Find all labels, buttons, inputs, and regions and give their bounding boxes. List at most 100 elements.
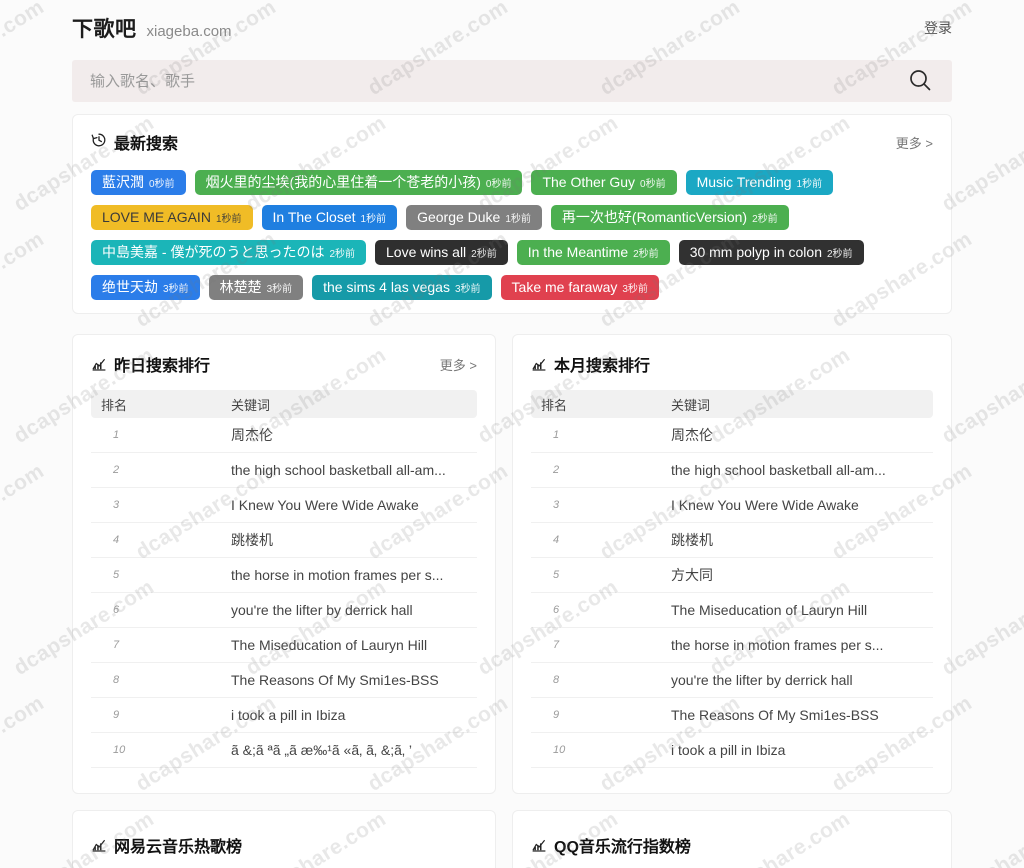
recent-search-tag-row: 中島美嘉 - 僕が死のうと思ったのは 2秒前 Love wins all 2秒前 In … bbox=[91, 239, 933, 266]
history-clock-icon bbox=[91, 132, 107, 153]
rank-cell: 7 bbox=[553, 639, 560, 651]
month-rank-header: 本月搜索排行 bbox=[531, 351, 933, 377]
column-header-keyword: 关键词 bbox=[231, 397, 271, 413]
table-row[interactable]: 4 跳楼机 bbox=[91, 523, 477, 558]
search-input[interactable] bbox=[72, 60, 888, 102]
table-row[interactable]: 4 跳楼机 bbox=[531, 523, 933, 558]
recent-search-tag[interactable]: 藍沢潤 0秒前 bbox=[91, 170, 186, 195]
rank-cell: 9 bbox=[553, 709, 560, 721]
search-button[interactable] bbox=[888, 60, 952, 102]
table-row[interactable]: 7 the horse in motion frames per s... bbox=[531, 628, 933, 663]
recent-search-tag[interactable]: 绝世天劫 3秒前 bbox=[91, 275, 200, 300]
bar-chart-icon bbox=[531, 356, 547, 372]
recent-search-tag[interactable]: the sims 4 las vegas 3秒前 bbox=[312, 275, 492, 300]
month-rank-title-group: 本月搜索排行 bbox=[531, 352, 650, 376]
rank-cell: 8 bbox=[113, 674, 120, 686]
rank-cell: 9 bbox=[113, 709, 120, 721]
recent-search-tag[interactable]: The Other Guy 0秒前 bbox=[531, 170, 677, 195]
recent-search-tag-time: 0秒前 bbox=[149, 179, 175, 190]
recent-search-tag[interactable]: In The Closet 1秒前 bbox=[261, 205, 398, 230]
table-row[interactable]: 3 I Knew You Were Wide Awake bbox=[91, 488, 477, 523]
recent-search-tag[interactable]: 中島美嘉 - 僕が死のうと思ったのは 2秒前 bbox=[91, 240, 367, 265]
netease-hot-chart-title-group: 网易云音乐热歌榜 bbox=[91, 833, 477, 857]
recent-search-tag[interactable]: 林楚楚 3秒前 bbox=[208, 275, 304, 300]
recent-search-tag-label: Music Trending bbox=[696, 174, 792, 190]
table-row[interactable]: 8 you're the lifter by derrick hall bbox=[531, 663, 933, 698]
yesterday-rank-title-group: 昨日搜索排行 bbox=[91, 352, 210, 376]
column-header-rank: 排名 bbox=[541, 397, 568, 413]
rank-cell: 2 bbox=[113, 464, 120, 476]
table-row[interactable]: 6 The Miseducation of Lauryn Hill bbox=[531, 593, 933, 628]
table-row[interactable]: 9 The Reasons Of My Smi1es-BSS bbox=[531, 698, 933, 733]
brand-name: 下歌吧 bbox=[72, 18, 137, 41]
recent-search-tag-label: 绝世天劫 bbox=[102, 279, 158, 295]
recent-search-tag[interactable]: LOVE ME AGAIN 1秒前 bbox=[91, 205, 253, 230]
keyword-cell: The Reasons Of My Smi1es-BSS bbox=[231, 672, 439, 688]
recent-search-tag-label: the sims 4 las vegas bbox=[323, 279, 450, 295]
recent-search-tag[interactable]: Take me faraway 3秒前 bbox=[500, 275, 659, 300]
rank-cell: 10 bbox=[113, 744, 126, 756]
keyword-cell: ã &;ã ªã „ã æ‰¹ã «ã‚ ã‚ &;ã‚ ’ bbox=[231, 742, 413, 758]
recent-search-tag-row: LOVE ME AGAIN 1秒前 In The Closet 1秒前 George D… bbox=[91, 204, 933, 231]
keyword-cell: 方大同 bbox=[671, 567, 713, 583]
rank-cell: 5 bbox=[113, 569, 120, 581]
rank-cell: 1 bbox=[553, 429, 560, 441]
recent-search-tag-time: 2秒前 bbox=[633, 249, 659, 260]
recent-search-tag-label: LOVE ME AGAIN bbox=[102, 209, 211, 225]
recent-search-tag-row: 绝世天劫 3秒前 林楚楚 3秒前 the sims 4 las vegas 3秒前 Take… bbox=[91, 274, 933, 301]
qq-music-chart-title: QQ音乐流行指数榜 bbox=[554, 839, 691, 856]
yesterday-rank-table: 排名 关键词 1 周杰伦 2 the high school basketball a… bbox=[91, 390, 477, 768]
rank-cell: 2 bbox=[553, 464, 560, 476]
month-rank-table-header: 排名 关键词 bbox=[531, 390, 933, 418]
recent-search-tag-label: 烟火里的尘埃(我的心里住着一个苍老的小孩) bbox=[205, 174, 481, 190]
login-button[interactable]: 登录 bbox=[924, 18, 952, 38]
recent-search-tag-time: 1秒前 bbox=[796, 179, 823, 190]
table-row[interactable]: 10 i took a pill in Ibiza bbox=[531, 733, 933, 768]
recent-search-title: 最新搜索 bbox=[114, 136, 179, 153]
recent-search-tag-label: 藍沢潤 bbox=[102, 174, 144, 190]
netease-hot-chart-card: 网易云音乐热歌榜 bbox=[72, 810, 496, 868]
table-row[interactable]: 6 you're the lifter by derrick hall bbox=[91, 593, 477, 628]
recent-search-tag-time: 3秒前 bbox=[454, 284, 481, 295]
site-header: 下歌吧 xiageba.com 登录 bbox=[0, 0, 1024, 56]
table-row[interactable]: 5 the horse in motion frames per s... bbox=[91, 558, 477, 593]
table-row[interactable]: 7 The Miseducation of Lauryn Hill bbox=[91, 628, 477, 663]
table-row[interactable]: 1 周杰伦 bbox=[91, 418, 477, 453]
keyword-cell: i took a pill in Ibiza bbox=[671, 742, 786, 758]
recent-search-tag-time: 0秒前 bbox=[640, 179, 666, 190]
recent-search-tag-time: 2秒前 bbox=[329, 249, 356, 260]
recent-search-tag[interactable]: 30 mm polyp in colon 2秒前 bbox=[678, 240, 864, 265]
brand[interactable]: 下歌吧 xiageba.com bbox=[72, 13, 232, 43]
keyword-cell: the horse in motion frames per s... bbox=[671, 637, 884, 653]
recent-search-title-group: 最新搜索 bbox=[91, 130, 178, 154]
recent-search-tag-time: 3秒前 bbox=[266, 284, 293, 295]
table-row[interactable]: 2 the high school basketball all-am... bbox=[91, 453, 477, 488]
recent-more-link[interactable]: 更多 > bbox=[896, 133, 933, 152]
month-rank-card: 本月搜索排行 排名 关键词 1 周杰伦 2 the high school baske… bbox=[512, 334, 952, 794]
recent-search-tag[interactable]: 再一次也好(RomanticVersion) 2秒前 bbox=[550, 205, 789, 230]
table-row[interactable]: 5 方大同 bbox=[531, 558, 933, 593]
recent-search-tag-label: George Duke bbox=[417, 209, 501, 225]
keyword-cell: the high school basketball all-am... bbox=[671, 462, 886, 478]
recent-search-tag[interactable]: George Duke 1秒前 bbox=[406, 205, 542, 230]
yesterday-rank-card: 昨日搜索排行 更多 > 排名 关键词 1 周杰伦 2 the high school … bbox=[72, 334, 496, 794]
recent-search-tag-label: 林楚楚 bbox=[219, 279, 262, 295]
keyword-cell: I Knew You Were Wide Awake bbox=[231, 497, 419, 513]
table-row[interactable]: 8 The Reasons Of My Smi1es-BSS bbox=[91, 663, 477, 698]
qq-music-chart-title-group: QQ音乐流行指数榜 bbox=[531, 833, 933, 857]
rank-cell: 4 bbox=[553, 534, 560, 546]
recent-search-tag[interactable]: In the Meantime 2秒前 bbox=[516, 240, 670, 265]
table-row[interactable]: 1 周杰伦 bbox=[531, 418, 933, 453]
recent-search-tag[interactable]: Love wins all 2秒前 bbox=[375, 240, 508, 265]
month-rank-table: 排名 关键词 1 周杰伦 2 the high school basketball a… bbox=[531, 390, 933, 768]
recent-search-tag-time: 2秒前 bbox=[471, 249, 497, 260]
rank-cell: 3 bbox=[553, 499, 560, 511]
qq-music-chart-card: QQ音乐流行指数榜 bbox=[512, 810, 952, 868]
recent-search-tag[interactable]: 烟火里的尘埃(我的心里住着一个苍老的小孩) 0秒前 bbox=[194, 170, 523, 195]
table-row[interactable]: 9 i took a pill in Ibiza bbox=[91, 698, 477, 733]
table-row[interactable]: 2 the high school basketball all-am... bbox=[531, 453, 933, 488]
table-row[interactable]: 3 I Knew You Were Wide Awake bbox=[531, 488, 933, 523]
table-row[interactable]: 10 ã &;ã ªã „ã æ‰¹ã «ã‚ ã‚ &;ã‚ ’ bbox=[91, 733, 477, 768]
yesterday-rank-more-link[interactable]: 更多 > bbox=[440, 355, 477, 374]
recent-search-tag[interactable]: Music Trending 1秒前 bbox=[685, 170, 834, 195]
